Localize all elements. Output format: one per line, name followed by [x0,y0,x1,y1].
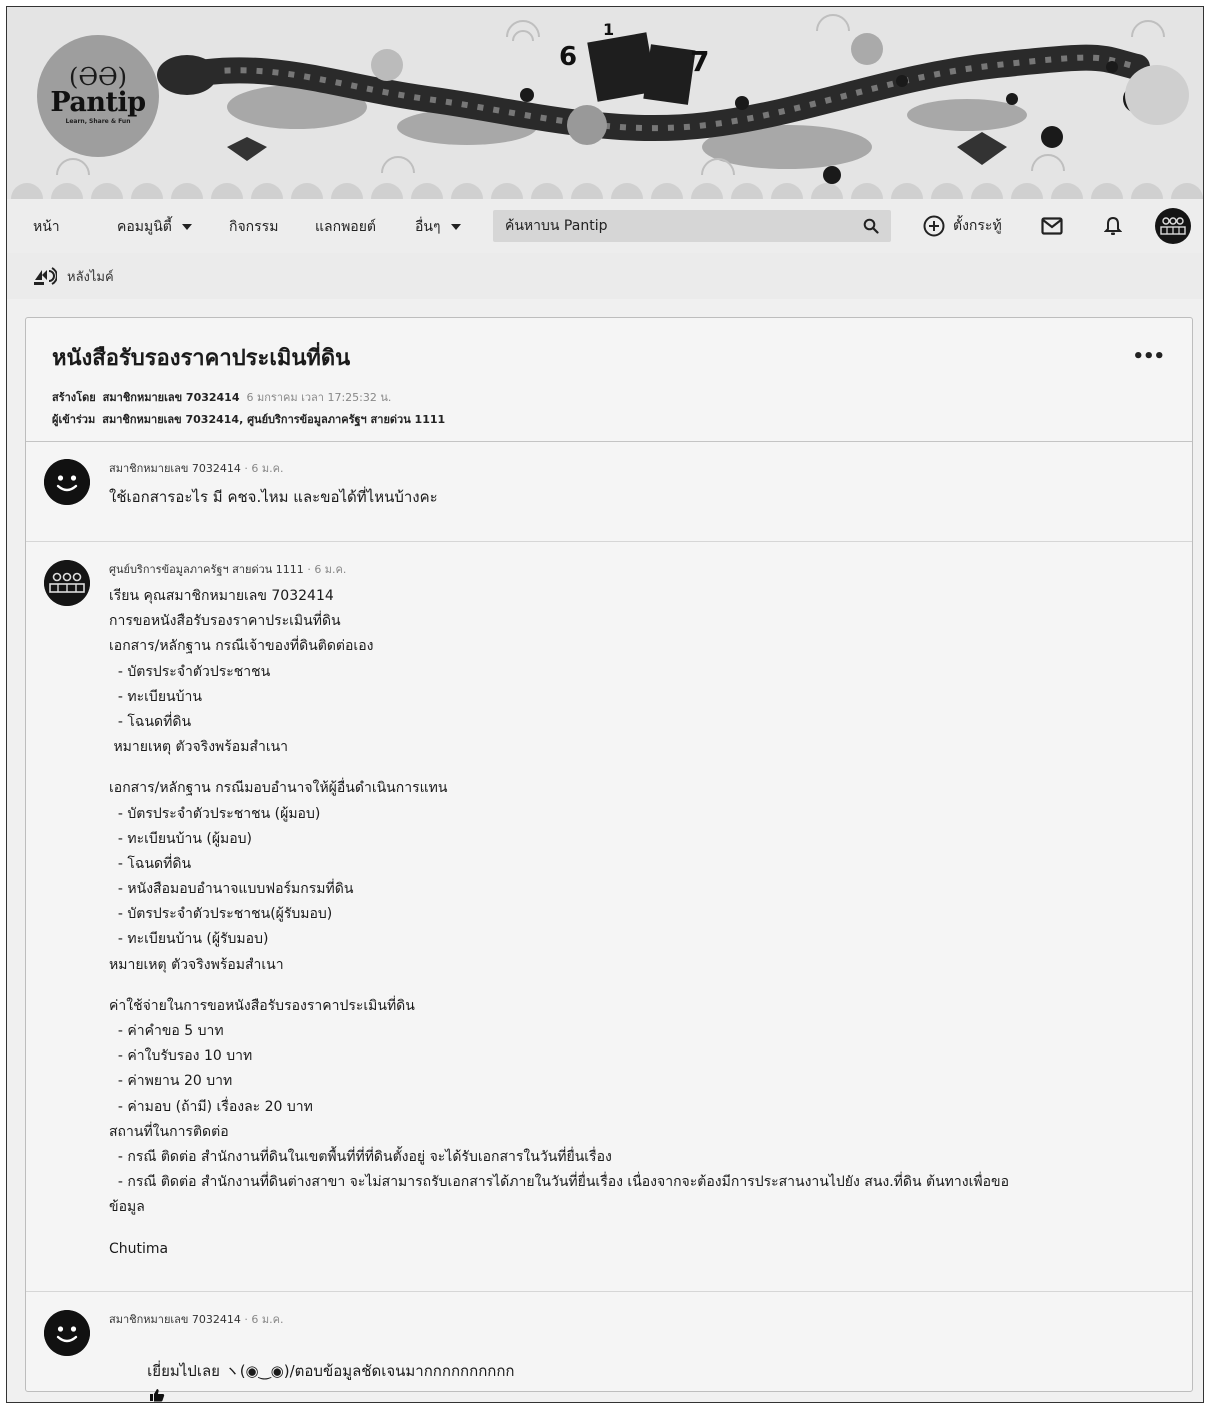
comment-text: เยี่ยมไปเลย ヽ(◉‿◉)/ตอบข้อมูลชัดเจนมากกกก… [147,1362,515,1381]
participants-list[interactable]: สมาชิกหมายเลข 7032414, ศูนย์บริการข้อมูล… [102,413,445,426]
thread-participants: ผู้เข้าร่วม สมาชิกหมายเลข 7032414, ศูนย์… [52,410,445,428]
comment-line: - ค่าคำขอ 5 บาท [109,1023,224,1039]
comment-line: ค่าใช้จ่ายในการขอหนังสือรับรองราคาประเมิ… [109,997,415,1014]
comment-author[interactable]: สมาชิกหมายเลข 7032414 [109,1313,241,1326]
page-title: หนังสือรับรองราคาประเมินที่ดิน [52,346,351,371]
comment-line: หมายเหตุ ตัวจริงพร้อมสำเนา [109,956,284,973]
nav-home[interactable]: หน้า [33,216,60,238]
thread-created-by: สร้างโดย สมาชิกหมายเลข 7032414 6 มกราคม … [52,388,391,406]
message-thread-card: หนังสือรับรองราคาประเมินที่ดิน ••• สร้าง… [25,317,1193,1402]
comment-time: 6 ม.ค. [251,462,284,475]
nav-more[interactable]: อื่นๆ [415,216,461,238]
more-options-icon[interactable]: ••• [1132,346,1165,367]
svg-text:7: 7 [690,45,709,78]
list-item: สมาชิกหมายเลข 7032414 · 6 ม.ค. ใช้เอกสาร… [26,442,1192,542]
logo-text: Pantip [50,87,146,118]
back-mic-icon [34,267,57,285]
notification-button[interactable] [1104,199,1122,253]
avatar[interactable] [44,459,90,505]
comment-line: หมายเหตุ ตัวจริงพร้อมสำเนา [109,739,289,756]
avatar[interactable] [44,560,90,606]
comment-line: - ค่าใบรับรอง 10 บาท [109,1048,253,1065]
thread-header: หนังสือรับรองราคาประเมินที่ดิน ••• สร้าง… [26,318,1192,442]
comment-line: ข้อมูล [109,1199,145,1216]
svg-text:6: 6 [559,42,577,72]
comment-line: Chutima [109,1240,169,1257]
comment-line: เรียน คุณสมาชิกหมายเลข 7032414 [109,588,334,604]
comment-line: - บัตรประจำตัวประชาชน [109,663,271,680]
avatar [1155,208,1191,244]
nav-points-label: แลกพอยต์ [315,219,377,235]
logo-tagline: Learn, Share & Fun [65,118,131,125]
nav-activity-label: กิจกรรม [229,219,279,235]
banner-illustration: 6 1 7 [11,14,1203,199]
logo-mark-icon: (ƏƏ) [68,63,128,91]
comment-line: - บัตรประจำตัวประชาชน (ผู้มอบ) [109,805,321,822]
comment-author[interactable]: สมาชิกหมายเลข 7032414 [109,462,241,475]
breadcrumb-label[interactable]: หลังไมค์ [67,266,114,287]
comment-line: - หนังสือมอบอำนาจแบบฟอร์มกรมที่ดิน [109,881,354,898]
browser-frame: 6 1 7 (ƏƏ) Pantip Learn, Share & Fun หน้… [6,6,1204,1403]
comment-line: - กรณี ติดต่อ สำนักงานที่ดินในเขตพื้นที่… [109,1148,612,1165]
comment-meta: ศูนย์บริการข้อมูลภาครัฐฯ สายด่วน 1111 · … [109,563,347,576]
comment-time: 6 ม.ค. [314,563,347,576]
nav-community[interactable]: คอมมูนิตี้ [117,216,192,238]
profile-button[interactable] [1155,199,1191,253]
created-by-label: สร้างโดย [52,391,96,404]
list-item: สมาชิกหมายเลข 7032414 · 6 ม.ค. เยี่ยมไปเ… [26,1292,1192,1402]
comment-line: - ทะเบียนบ้าน (ผู้มอบ) [109,830,253,847]
participants-label: ผู้เข้าร่วม [52,413,96,426]
comment-time: 6 ม.ค. [251,1313,284,1326]
search-box [493,210,891,242]
mail-button[interactable] [1041,199,1063,253]
chevron-down-icon [181,224,192,230]
created-at: 6 มกราคม เวลา 17:25:32 น. [246,391,392,404]
thumbs-up-icon [150,1389,165,1402]
comment-line [109,760,1009,776]
comment-meta: สมาชิกหมายเลข 7032414 · 6 ม.ค. [109,462,284,475]
comment-line: - ทะเบียนบ้าน (ผู้รับมอบ) [109,931,269,948]
comment-line: เอกสาร/หลักฐาน กรณีเจ้าของที่ดินติดต่อเอ… [109,638,374,655]
main-navbar: หน้า คอมมูนิตี้ กิจกรรม แลกพอยต์ อื่นๆ ค… [7,199,1203,253]
comment-line: - ทะเบียนบ้าน [109,688,202,705]
bell-icon [1104,216,1122,235]
nav-activity[interactable]: กิจกรรม [229,216,278,238]
comment-meta: สมาชิกหมายเลข 7032414 · 6 ม.ค. [109,1313,284,1326]
comment-line: - กรณี ติดต่อ สำนักงานที่ดินต่างสาขา จะไ… [109,1174,1010,1191]
created-by-user[interactable]: สมาชิกหมายเลข 7032414 [103,391,240,404]
nav-points[interactable]: แลกพอยต์ [315,216,376,238]
comment-line: - โฉนดที่ดิน [109,855,192,872]
comment-line: - ค่ามอบ (ถ้ามี) เรื่องละ 20 บาท [109,1098,313,1115]
create-topic-button[interactable]: ตั้งกระทู้ [923,199,1002,253]
comment-line: - ค่าพยาน 20 บาท [109,1073,233,1090]
pantip-logo[interactable]: (ƏƏ) Pantip Learn, Share & Fun [37,35,159,157]
nav-home-label: หน้า [33,219,60,235]
comment-line: - บัตรประจำตัวประชาชน(ผู้รับมอบ) [109,906,333,923]
comment-body: เยี่ยมไปเลย ヽ(◉‿◉)/ตอบข้อมูลชัดเจนมากกกก… [109,1334,515,1402]
plus-circle-icon [923,215,945,237]
chevron-down-icon [450,224,461,230]
header-banner: 6 1 7 (ƏƏ) Pantip Learn, Share & Fun [7,7,1203,199]
comment-line [109,1221,1009,1237]
nav-more-label: อื่นๆ [415,219,441,235]
search-input[interactable] [505,218,863,234]
comment-line: สถานที่ในการติดต่อ [109,1123,229,1140]
nav-community-label: คอมมูนิตี้ [117,219,172,235]
comment-body: ใช้เอกสารอะไร มี คชจ.ไหม และขอได้ที่ไหนบ… [109,488,438,506]
comment-author[interactable]: ศูนย์บริการข้อมูลภาครัฐฯ สายด่วน 1111 [109,563,304,576]
comment-line [109,978,1009,994]
avatar[interactable] [44,1310,90,1356]
comment-line: การขอหนังสือรับรองราคาประเมินที่ดิน [109,613,341,630]
create-topic-label: ตั้งกระทู้ [953,218,1002,234]
breadcrumb: หลังไมค์ [7,253,1203,299]
mail-icon [1041,217,1063,235]
comment-body: เรียน คุณสมาชิกหมายเลข 7032414 การขอหนังส… [109,584,1009,1262]
comment-line: - โฉนดที่ดิน [109,713,192,730]
comment-line: เอกสาร/หลักฐาน กรณีมอบอำนาจให้ผู้อื่นดำเ… [109,780,448,797]
search-icon[interactable] [863,218,879,234]
svg-text:1: 1 [603,20,614,39]
list-item: ศูนย์บริการข้อมูลภาครัฐฯ สายด่วน 1111 · … [26,542,1192,1292]
